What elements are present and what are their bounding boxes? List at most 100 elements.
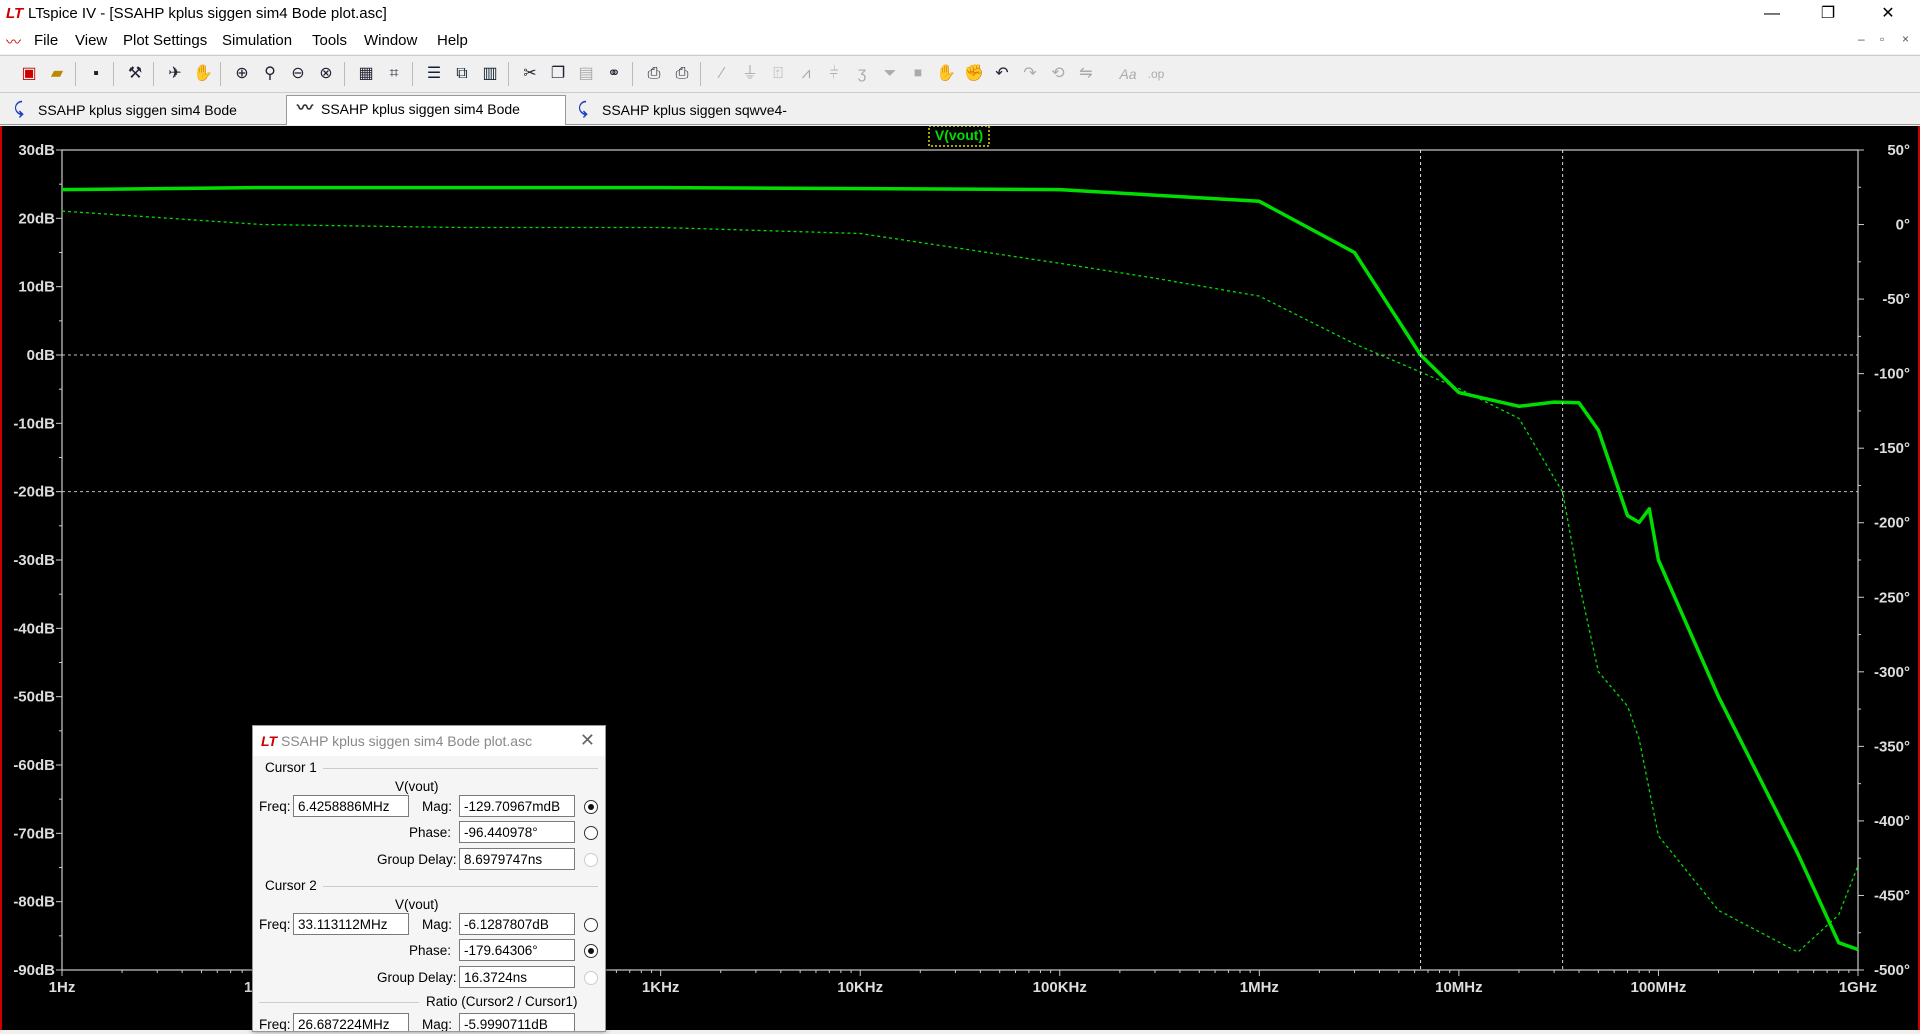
mdi-close-button[interactable]: ×: [1902, 32, 1909, 46]
group-divider: [323, 886, 598, 887]
mdi-minimize-button[interactable]: –: [1858, 32, 1865, 46]
menu-help[interactable]: Help: [437, 32, 468, 49]
copy-icon[interactable]: ❐: [546, 62, 570, 86]
window-title: LTspice IV - [SSAHP kplus siggen sim4 Bo…: [28, 5, 387, 22]
wire-icon[interactable]: ∕: [710, 62, 734, 86]
menu-plot-settings[interactable]: Plot Settings: [123, 32, 207, 49]
move-icon[interactable]: ✋: [934, 62, 958, 86]
cursor2-mag-radio[interactable]: [584, 918, 598, 932]
tab-waveform-sim4[interactable]: 〰 SSAHP kplus siggen sim4 Bode plot.asc: [286, 95, 566, 143]
toolbar-separator: [75, 62, 76, 86]
cursor1-freq-field[interactable]: 6.4258886MHz: [293, 795, 409, 817]
cursor2-freq-field[interactable]: 33.113112MHz: [293, 913, 409, 935]
spice-directive-icon[interactable]: .op: [1144, 62, 1168, 86]
tab-schematic-sqwve[interactable]: ⤹ SSAHP kplus siggen sqwve4-2.asc: [568, 97, 818, 144]
capacitor-icon[interactable]: ⫩: [822, 62, 846, 86]
label-icon[interactable]: ⍐: [766, 62, 790, 86]
waveform-menu-icon[interactable]: 〰: [6, 31, 21, 52]
drag-icon[interactable]: ✊: [962, 62, 986, 86]
waveform-icon: 〰: [297, 100, 314, 117]
inductor-icon[interactable]: ʒ: [850, 62, 874, 86]
zoom-area-icon[interactable]: ⚲: [258, 62, 282, 86]
schematic-icon: ⤹: [578, 101, 588, 118]
cursor1-mag-field[interactable]: -129.70967mdB: [459, 795, 575, 817]
control-panel-icon[interactable]: ⚒: [123, 62, 147, 86]
x-tick-label: 1Hz: [49, 979, 76, 996]
run-icon[interactable]: ✈: [163, 62, 187, 86]
ratio-freq-field[interactable]: 26.687224MHz: [293, 1013, 409, 1031]
zoom-in-icon[interactable]: ⊕: [230, 62, 254, 86]
new-schematic-icon[interactable]: ▣: [17, 62, 41, 86]
print-setup-icon[interactable]: ⎙: [642, 62, 666, 86]
schematic-icon: ⤹: [14, 101, 24, 118]
tile-vertical-icon[interactable]: ▥: [478, 62, 502, 86]
y-tick-label: -30dB: [13, 552, 55, 569]
component-icon[interactable]: ⏹: [906, 62, 930, 86]
ratio-mag-field[interactable]: -5.9990711dB: [459, 1013, 575, 1031]
ground-icon[interactable]: ⏚: [738, 62, 762, 86]
group-divider: [259, 1002, 419, 1003]
tab-schematic-sim4[interactable]: ⤹ SSAHP kplus siggen sim4 Bode plot.asc: [4, 97, 284, 144]
x-tick-label: 1GHz: [1839, 979, 1877, 996]
cursor1-mag-radio[interactable]: [584, 800, 598, 814]
cursor2-mag-label: Mag:: [422, 917, 453, 932]
menu-window[interactable]: Window: [364, 32, 417, 49]
dialog-title-bar[interactable]: LT SSAHP kplus siggen sim4 Bode plot.asc…: [253, 726, 605, 756]
zoom-out-icon[interactable]: ⊖: [286, 62, 310, 86]
menu-view[interactable]: View: [75, 32, 107, 49]
toolbar-separator: [220, 62, 221, 86]
close-button[interactable]: ✕: [1860, 0, 1916, 28]
x-tick-label: 1KHz: [642, 979, 680, 996]
maximize-button[interactable]: ❐: [1800, 0, 1856, 28]
cursor2-phase-radio[interactable]: [584, 944, 598, 958]
y-tick-label: -20dB: [13, 484, 55, 501]
mirror-icon[interactable]: ⇋: [1074, 62, 1098, 86]
y2-tick-label: -500°: [1874, 962, 1910, 979]
cursor-icon[interactable]: ⌗: [382, 62, 406, 86]
pan-icon[interactable]: ✋: [191, 62, 215, 86]
text-icon[interactable]: Aa: [1116, 62, 1140, 86]
autorange-icon[interactable]: ▦: [354, 62, 378, 86]
cursor1-group-delay-field[interactable]: 8.6979747ns: [459, 848, 575, 870]
x-tick-label: 10KHz: [837, 979, 883, 996]
find-icon[interactable]: ⚭: [602, 62, 626, 86]
menu-file[interactable]: File: [34, 32, 58, 49]
cascade-icon[interactable]: ⧉: [450, 62, 474, 86]
menu-tools[interactable]: Tools: [312, 32, 347, 49]
zoom-fit-icon[interactable]: ⊗: [314, 62, 338, 86]
y2-tick-label: -400°: [1874, 813, 1910, 830]
cursor1-phase-field[interactable]: -96.440978°: [459, 821, 575, 843]
print-icon[interactable]: ⎙: [670, 62, 694, 86]
dialog-close-button[interactable]: ✕: [580, 730, 595, 751]
toolbar: ▣ ▰ ▪ ⚒ ✈ ✋ ⊕ ⚲ ⊖ ⊗ ▦ ⌗ ☰ ⧉ ▥ ✂ ❐ ▤ ⚭ ⎙ …: [0, 55, 1920, 93]
cursor2-phase-field[interactable]: -179.64306°: [459, 939, 575, 961]
rotate-icon[interactable]: ⟲: [1046, 62, 1070, 86]
redo-icon[interactable]: ↷: [1018, 62, 1042, 86]
cursor-readout-dialog: LT SSAHP kplus siggen sim4 Bode plot.asc…: [252, 725, 606, 1032]
resistor-icon[interactable]: ⩘: [794, 62, 818, 86]
cursor2-group-delay-field[interactable]: 16.3724ns: [459, 966, 575, 988]
cut-icon[interactable]: ✂: [518, 62, 542, 86]
y2-tick-label: -200°: [1874, 515, 1910, 532]
undo-icon[interactable]: ↶: [990, 62, 1014, 86]
cursor1-trace-name: V(vout): [395, 779, 439, 794]
ltspice-logo-icon: LT: [261, 733, 278, 749]
toolbar-separator: [113, 62, 114, 86]
tile-horizontal-icon[interactable]: ☰: [422, 62, 446, 86]
cursor2-mag-field[interactable]: -6.1287807dB: [459, 913, 575, 935]
mdi-restore-button[interactable]: ▫: [1880, 32, 1884, 46]
diode-icon[interactable]: ⏷: [878, 62, 902, 86]
paste-icon[interactable]: ▤: [574, 62, 598, 86]
ratio-group-label: Ratio (Cursor2 / Cursor1): [426, 994, 578, 1009]
toolbar-separator: [632, 62, 633, 86]
cursor1-phase-radio[interactable]: [584, 826, 598, 840]
trace-label[interactable]: V(vout): [935, 127, 983, 143]
save-icon[interactable]: ▪: [84, 62, 108, 86]
menu-simulation[interactable]: Simulation: [222, 32, 292, 49]
minimize-button[interactable]: —: [1744, 0, 1800, 28]
y2-tick-label: -300°: [1874, 664, 1910, 681]
ltspice-logo-icon: LT: [6, 5, 24, 22]
cursor1-group-delay-label: Group Delay:: [377, 852, 457, 867]
x-tick-label: 10MHz: [1435, 979, 1483, 996]
open-icon[interactable]: ▰: [45, 62, 69, 86]
